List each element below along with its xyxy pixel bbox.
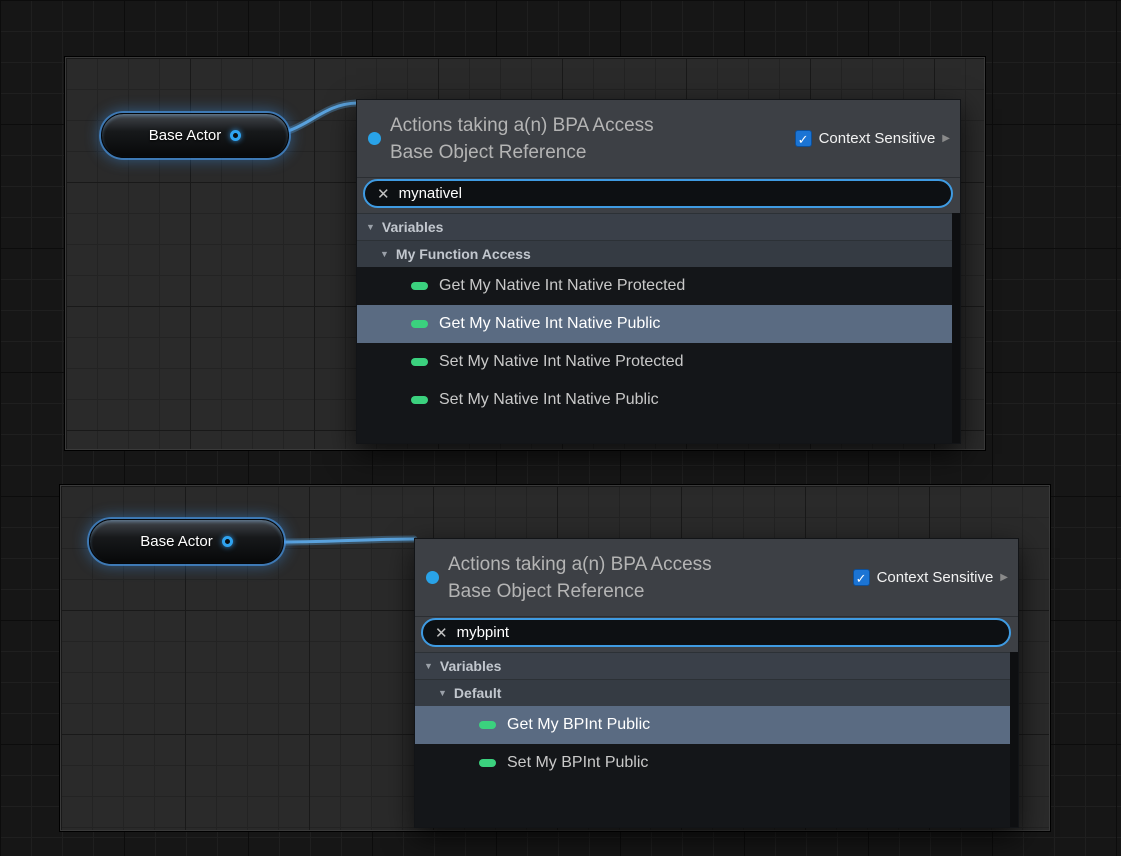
category-variables[interactable]: ▼ Variables (415, 652, 1010, 679)
list-item[interactable]: Get My Native Int Native Protected (357, 267, 952, 305)
action-context-menu: Actions taking a(n) BPA Access Base Obje… (356, 99, 961, 444)
base-actor-node[interactable]: Base Actor (101, 113, 289, 158)
bottom-graph-panel: Base Actor Actions taking a(n) BPA Acces… (60, 485, 1050, 831)
category-default[interactable]: ▼ Default (415, 679, 1010, 706)
variable-pill-icon (479, 759, 496, 767)
action-context-menu: Actions taking a(n) BPA Access Base Obje… (414, 538, 1019, 828)
variable-pill-icon (411, 320, 428, 328)
category-label: Variables (440, 658, 502, 674)
context-sensitive-toggle[interactable]: ✓ Context Sensitive ▶ (853, 569, 1008, 586)
triangle-down-icon[interactable]: ▼ (438, 688, 447, 698)
checkbox-checked-icon[interactable]: ✓ (853, 569, 870, 586)
list-item-selected[interactable]: Get My BPInt Public (415, 706, 1010, 744)
menu-title: Actions taking a(n) BPA Access Base Obje… (390, 112, 786, 166)
chevron-right-icon[interactable]: ▶ (1000, 572, 1008, 583)
list-item-label: Get My Native Int Native Protected (439, 277, 685, 295)
base-actor-node-label: Base Actor (149, 127, 222, 144)
pin-type-bullet-icon (368, 132, 381, 145)
list-item[interactable]: Set My Native Int Native Protected (357, 343, 952, 381)
variable-pill-icon (411, 358, 428, 366)
list-item-label: Set My BPInt Public (507, 754, 648, 772)
context-sensitive-label: Context Sensitive (877, 569, 994, 586)
list-empty-space (415, 782, 1010, 827)
object-output-pin[interactable] (222, 536, 233, 547)
base-actor-node-label: Base Actor (140, 533, 213, 550)
list-empty-space (357, 419, 952, 443)
category-label: My Function Access (396, 246, 531, 262)
category-label: Variables (382, 219, 444, 235)
list-item-selected[interactable]: Get My Native Int Native Public (357, 305, 952, 343)
list-item-label: Get My BPInt Public (507, 716, 650, 734)
triangle-down-icon[interactable]: ▼ (380, 249, 389, 259)
menu-header: Actions taking a(n) BPA Access Base Obje… (415, 539, 1018, 617)
category-label: Default (454, 685, 501, 701)
action-list: ▼ Variables ▼ My Function Access Get My … (357, 213, 960, 443)
pin-type-bullet-icon (426, 571, 439, 584)
list-item[interactable]: Set My BPInt Public (415, 744, 1010, 782)
menu-title: Actions taking a(n) BPA Access Base Obje… (448, 551, 844, 605)
variable-pill-icon (411, 282, 428, 290)
list-item-label: Set My Native Int Native Protected (439, 353, 684, 371)
category-my-function-access[interactable]: ▼ My Function Access (357, 240, 952, 267)
category-variables[interactable]: ▼ Variables (357, 213, 952, 240)
checkbox-checked-icon[interactable]: ✓ (795, 130, 812, 147)
menu-title-line1: Actions taking a(n) BPA Access (390, 112, 786, 139)
menu-title-line1: Actions taking a(n) BPA Access (448, 551, 844, 578)
search-row: ✕ (415, 617, 1018, 652)
triangle-down-icon[interactable]: ▼ (366, 222, 375, 232)
top-graph-panel: Base Actor Actions taking a(n) BPA Acces… (65, 57, 985, 450)
search-input[interactable] (457, 624, 997, 641)
menu-title-line2: Base Object Reference (448, 578, 844, 605)
search-box[interactable]: ✕ (421, 618, 1011, 647)
search-box[interactable]: ✕ (363, 179, 953, 208)
context-sensitive-label: Context Sensitive (819, 130, 936, 147)
variable-pill-icon (411, 396, 428, 404)
base-actor-node[interactable]: Base Actor (89, 519, 284, 564)
list-item-label: Set My Native Int Native Public (439, 391, 659, 409)
search-input[interactable] (399, 185, 939, 202)
search-row: ✕ (357, 178, 960, 213)
blueprint-graph-canvas[interactable]: Base Actor Actions taking a(n) BPA Acces… (0, 0, 1121, 856)
list-item-label: Get My Native Int Native Public (439, 315, 660, 333)
object-output-pin[interactable] (230, 130, 241, 141)
chevron-right-icon[interactable]: ▶ (942, 133, 950, 144)
menu-title-line2: Base Object Reference (390, 139, 786, 166)
action-list: ▼ Variables ▼ Default Get My BPInt Publi… (415, 652, 1018, 827)
variable-pill-icon (479, 721, 496, 729)
clear-search-icon[interactable]: ✕ (435, 624, 448, 642)
clear-search-icon[interactable]: ✕ (377, 185, 390, 203)
context-sensitive-toggle[interactable]: ✓ Context Sensitive ▶ (795, 130, 950, 147)
list-item[interactable]: Set My Native Int Native Public (357, 381, 952, 419)
triangle-down-icon[interactable]: ▼ (424, 661, 433, 671)
menu-header: Actions taking a(n) BPA Access Base Obje… (357, 100, 960, 178)
